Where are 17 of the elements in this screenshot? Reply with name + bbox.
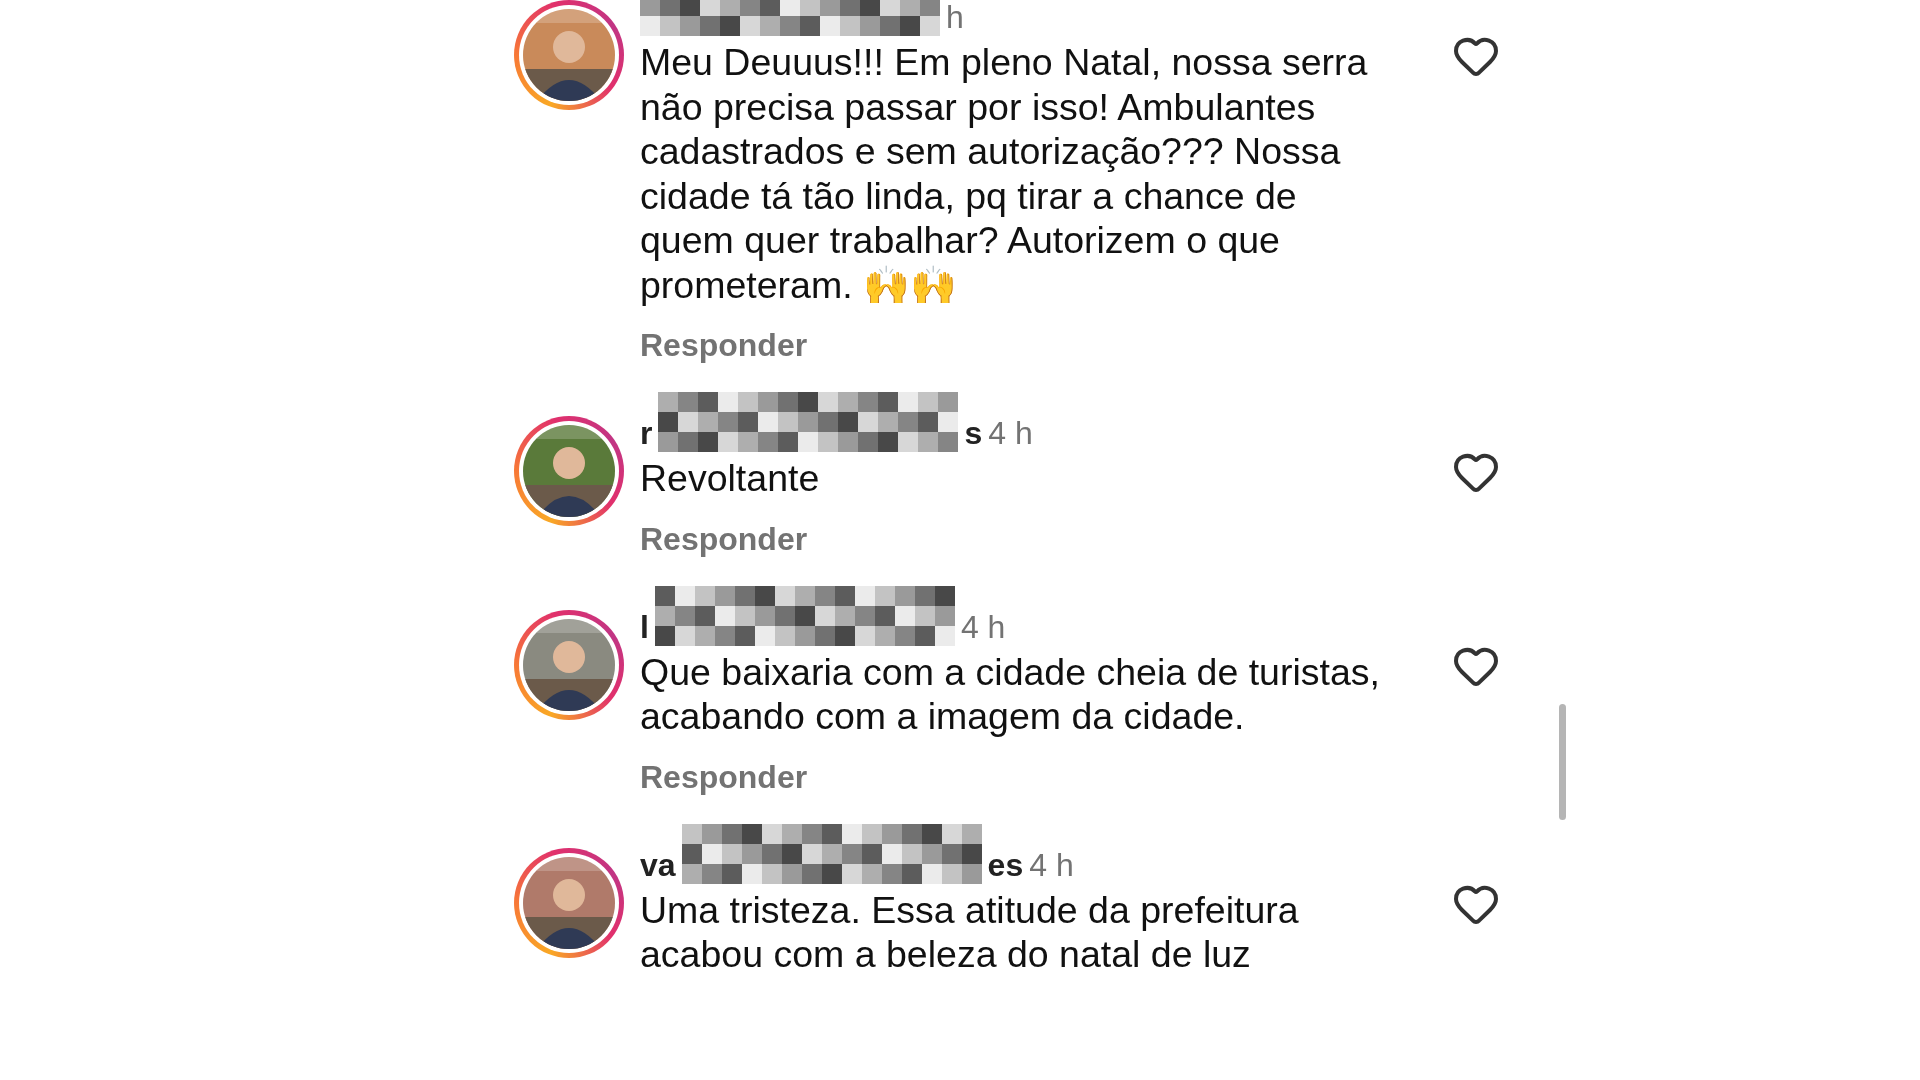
reply-link[interactable]: Responder (640, 327, 808, 364)
username[interactable]: es (987, 846, 1024, 884)
username[interactable]: l (640, 608, 649, 646)
username[interactable]: r (640, 415, 653, 452)
comment-time: h (946, 0, 964, 36)
scrollbar[interactable] (1559, 704, 1566, 820)
comment-time: 4 h (1029, 846, 1074, 884)
comment-time: 4 h (960, 608, 1006, 646)
comment-time: 4 h (988, 415, 1033, 452)
comment-text: Uma tristeza. Essa atitude da prefeitura acabou com a beleza do natal de luz (640, 887, 1300, 977)
username[interactable]: va (640, 846, 676, 884)
reply-link[interactable]: Responder (640, 758, 808, 796)
comment-text: Meu Deuuus!!! Em pleno Natal, nossa serra não precisa passar por isso! Ambulantes cadastrados e sem autorização??? Nossa cidade tá tão linda, pq tirar a chance de quem quer trabalhar? Autorizem o que prometeram. 🙌🙌 (640, 40, 1369, 307)
reply-link[interactable]: Responder (640, 520, 808, 558)
username[interactable]: s (964, 415, 983, 452)
comment-text: Revoltante (640, 456, 821, 501)
comment-text: Que baixaria com a cidade cheia de turistas, acabando com a imagem da cidade. (640, 649, 1381, 739)
